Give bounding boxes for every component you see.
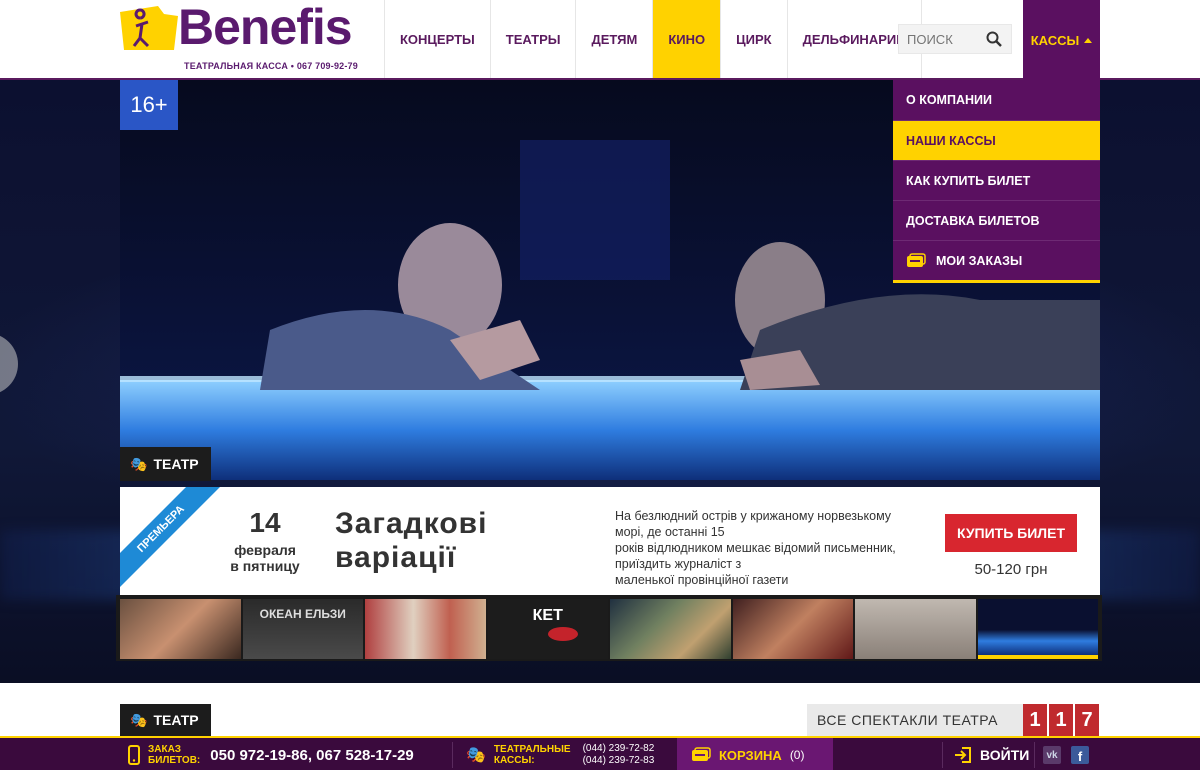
- facebook-icon[interactable]: f: [1071, 746, 1089, 764]
- bottom-bar: ЗАКАЗ БИЛЕТОВ: 050 972-19-86, 067 528-17…: [0, 736, 1200, 770]
- caret-up-icon: [1084, 37, 1093, 43]
- search-icon: [986, 31, 1002, 47]
- nav-item-concerts[interactable]: КОНЦЕРТЫ: [384, 0, 490, 78]
- search-button[interactable]: [979, 25, 1009, 53]
- menu-item-my-orders[interactable]: МОИ ЗАКАЗЫ: [893, 240, 1100, 280]
- theater-mask-icon: 🎭: [130, 711, 148, 728]
- kassy-phone: (044) 239-72-82: [582, 743, 655, 754]
- slider-thumb[interactable]: [120, 599, 241, 659]
- shows-counter: 1 1 7: [1023, 704, 1099, 736]
- footer-divider: [452, 742, 453, 768]
- description-line: морі, де останні 15: [615, 525, 725, 539]
- slider-thumbnails: ОКЕАН ЕЛЬЗИ КЕТ: [116, 595, 1102, 661]
- nav-item-cinema[interactable]: КИНО: [652, 0, 721, 78]
- menu-item-delivery[interactable]: ДОСТАВКА БИЛЕТОВ: [893, 200, 1100, 240]
- login-icon: [955, 747, 971, 763]
- menu-item-how-to-buy[interactable]: КАК КУПИТЬ БИЛЕТ: [893, 160, 1100, 200]
- description-line: На безлюдний острів у крижаному норвезьк…: [615, 509, 892, 523]
- kassy-menu-button[interactable]: КАССЫ: [1023, 0, 1100, 80]
- order-label-line: БИЛЕТОВ:: [148, 755, 201, 766]
- counter-digit: 1: [1049, 704, 1073, 736]
- description-line: приїздить журналіст з: [615, 557, 742, 571]
- logo-wordmark: Benefis: [178, 0, 353, 55]
- cart-button[interactable]: КОРЗИНА (0): [677, 738, 833, 770]
- age-rating-badge: 16+: [120, 80, 178, 130]
- slider-thumb[interactable]: [610, 599, 731, 659]
- description-line: років відлюдником мешкає відомий письмен…: [615, 541, 896, 555]
- footer-divider: [942, 742, 943, 768]
- buy-ticket-button[interactable]: КУПИТЬ БИЛЕТ: [945, 514, 1077, 552]
- cart-count: (0): [789, 748, 805, 762]
- cart-label: КОРЗИНА: [719, 747, 782, 763]
- logo-subtitle: ТЕАТРАЛЬНАЯ КАССА • 067 709-92-79: [184, 61, 358, 71]
- slider-thumb[interactable]: [365, 599, 486, 659]
- genre-label: ТЕАТР: [153, 456, 199, 472]
- event-title[interactable]: Загадкові варіації: [335, 507, 585, 575]
- ticket-price: 50-120 грн: [974, 561, 1048, 578]
- thumb-label: ОКЕАН ЕЛЬЗИ: [259, 607, 346, 621]
- theater-mask-icon: 🎭: [130, 455, 148, 472]
- menu-item-label: МОИ ЗАКАЗЫ: [936, 253, 1023, 268]
- slider-thumb[interactable]: [855, 599, 976, 659]
- event-title-line-2: варіації: [335, 541, 457, 574]
- vk-icon[interactable]: vk: [1043, 746, 1061, 764]
- event-day: 14: [249, 507, 281, 538]
- kassy-label: ТЕАТРАЛЬНЫЕ КАССЫ:: [494, 744, 571, 766]
- lips-icon: [547, 627, 578, 641]
- kassy-label-line: КАССЫ:: [493, 755, 535, 766]
- site-logo[interactable]: Benefis ТЕАТРАЛЬНАЯ КАССА • 067 709-92-7…: [118, 0, 373, 76]
- premiere-ribbon: ПРЕМЬЕРА: [120, 487, 223, 591]
- event-month: февраля: [234, 542, 296, 558]
- search-box: [898, 24, 1012, 54]
- thumb-label: КЕТ: [532, 607, 563, 624]
- order-label: ЗАКАЗ БИЛЕТОВ:: [148, 744, 200, 766]
- nav-item-kids[interactable]: ДЕТЯМ: [575, 0, 652, 78]
- search-input[interactable]: [899, 25, 979, 53]
- kassy-phone-numbers[interactable]: (044) 239-72-82 (044) 239-72-83: [583, 743, 655, 767]
- main-nav: КОНЦЕРТЫ ТЕАТРЫ ДЕТЯМ КИНО ЦИРК ДЕЛЬФИНА…: [384, 0, 922, 78]
- kassy-dropdown-menu: О КОМПАНИИ НАШИ КАССЫ КАК КУПИТЬ БИЛЕТ Д…: [893, 80, 1100, 283]
- logo-ticket-icon: [120, 6, 178, 50]
- event-weekday: в пятницу: [230, 558, 300, 574]
- footer-divider: [1034, 742, 1035, 768]
- social-links: vk f: [1043, 738, 1089, 770]
- menu-item-our-kassy[interactable]: НАШИ КАССЫ: [893, 120, 1100, 160]
- order-phone-numbers[interactable]: 050 972-19-86, 067 528-17-29: [210, 747, 414, 764]
- login-button[interactable]: ВОЙТИ: [954, 738, 1029, 770]
- tickets-icon: [907, 252, 926, 267]
- counter-digit: 1: [1023, 704, 1047, 736]
- event-description: На безлюдний острів у крижаному норвезьк…: [615, 508, 915, 588]
- phone-icon: [128, 745, 140, 765]
- nav-item-circus[interactable]: ЦИРК: [720, 0, 786, 78]
- order-phones-block: ЗАКАЗ БИЛЕТОВ: 050 972-19-86, 067 528-17…: [128, 738, 414, 770]
- menu-item-about[interactable]: О КОМПАНИИ: [893, 80, 1100, 120]
- kassy-label-line: ТЕАТРАЛЬНЫЕ: [493, 744, 571, 755]
- section-genre-label: ТЕАТР: [153, 712, 199, 728]
- event-info-panel: ПРЕМЬЕРА 14 февраля в пятницу Загадкові …: [120, 487, 1100, 595]
- theater-masks-icon: 🎭: [466, 747, 486, 764]
- slider-thumb[interactable]: ОКЕАН ЕЛЬЗИ: [242, 599, 363, 659]
- genre-tag[interactable]: 🎭 ТЕАТР: [120, 447, 211, 481]
- section-genre-tag: 🎭 ТЕАТР: [120, 704, 211, 736]
- kassy-label: КАССЫ: [1030, 32, 1080, 48]
- slider-thumb-active[interactable]: [977, 599, 1098, 659]
- site-header: Benefis ТЕАТРАЛЬНАЯ КАССА • 067 709-92-7…: [0, 0, 1200, 80]
- slider-thumb[interactable]: [732, 599, 853, 659]
- kassy-phone: (044) 239-72-83: [582, 755, 655, 766]
- slider-thumb[interactable]: КЕТ: [487, 599, 608, 659]
- all-shows-link[interactable]: ВСЕ СПЕКТАКЛИ ТЕАТРА: [807, 704, 1023, 736]
- login-label: ВОЙТИ: [980, 747, 1030, 763]
- kassy-phones-block: 🎭 ТЕАТРАЛЬНЫЕ КАССЫ: (044) 239-72-82 (04…: [466, 738, 654, 770]
- counter-digit: 7: [1075, 704, 1099, 736]
- order-label-line: ЗАКАЗ: [148, 744, 182, 755]
- nav-item-theaters[interactable]: ТЕАТРЫ: [489, 0, 576, 78]
- event-date-text: февраля в пятницу: [215, 542, 315, 574]
- event-title-line-1: Загадкові: [335, 507, 488, 540]
- description-line: маленької провінційної газети: [615, 573, 789, 587]
- cart-tickets-icon: [692, 747, 711, 761]
